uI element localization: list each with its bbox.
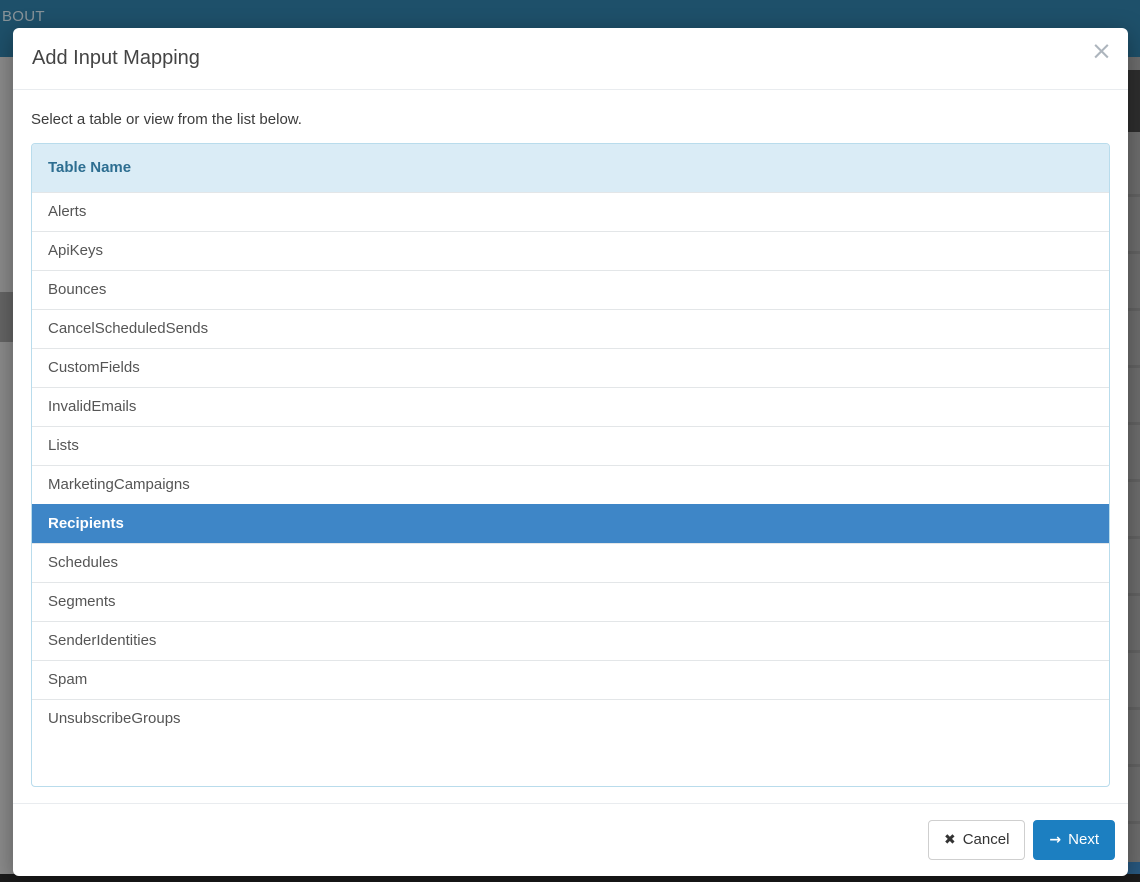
modal-footer: ✖ Cancel → Next	[13, 803, 1128, 876]
close-icon[interactable]: ×	[1091, 38, 1112, 63]
table-list: Table Name Alerts ApiKeys Bounces CancelSch…	[31, 143, 1110, 787]
modal-title: Add Input Mapping	[32, 47, 200, 69]
table-row[interactable]: SenderIdentities	[32, 621, 1109, 660]
table-row[interactable]: Alerts	[32, 192, 1109, 231]
modal-header: Add Input Mapping ×	[13, 28, 1128, 90]
table-row[interactable]: UnsubscribeGroups	[32, 699, 1109, 738]
table-row[interactable]: Lists	[32, 426, 1109, 465]
table-row[interactable]: Segments	[32, 582, 1109, 621]
cancel-button[interactable]: ✖ Cancel	[927, 820, 1026, 860]
table-row[interactable]: InvalidEmails	[32, 387, 1109, 426]
table-row[interactable]: Spam	[32, 660, 1109, 699]
table-row[interactable]: CancelScheduledSends	[32, 309, 1109, 348]
table-row[interactable]: Recipients	[32, 504, 1109, 543]
modal-body: Select a table or view from the list bel…	[13, 90, 1128, 803]
instruction-text: Select a table or view from the list bel…	[31, 111, 302, 128]
next-button[interactable]: → Next	[1033, 820, 1115, 860]
table-row[interactable]: MarketingCampaigns	[32, 465, 1109, 504]
x-icon: ✖	[943, 832, 956, 848]
table-row[interactable]: Schedules	[32, 543, 1109, 582]
arrow-right-icon: →	[1049, 832, 1062, 848]
table-row[interactable]: CustomFields	[32, 348, 1109, 387]
add-input-mapping-modal: Add Input Mapping × Select a table or vi…	[13, 28, 1128, 876]
table-body: Alerts ApiKeys Bounces CancelScheduledSends…	[32, 192, 1109, 738]
table-row[interactable]: Bounces	[32, 270, 1109, 309]
table-name-column-header: Table Name	[32, 144, 1109, 192]
table-row[interactable]: ApiKeys	[32, 231, 1109, 270]
next-button-label: Next	[1068, 831, 1099, 848]
cancel-button-label: Cancel	[962, 831, 1010, 848]
